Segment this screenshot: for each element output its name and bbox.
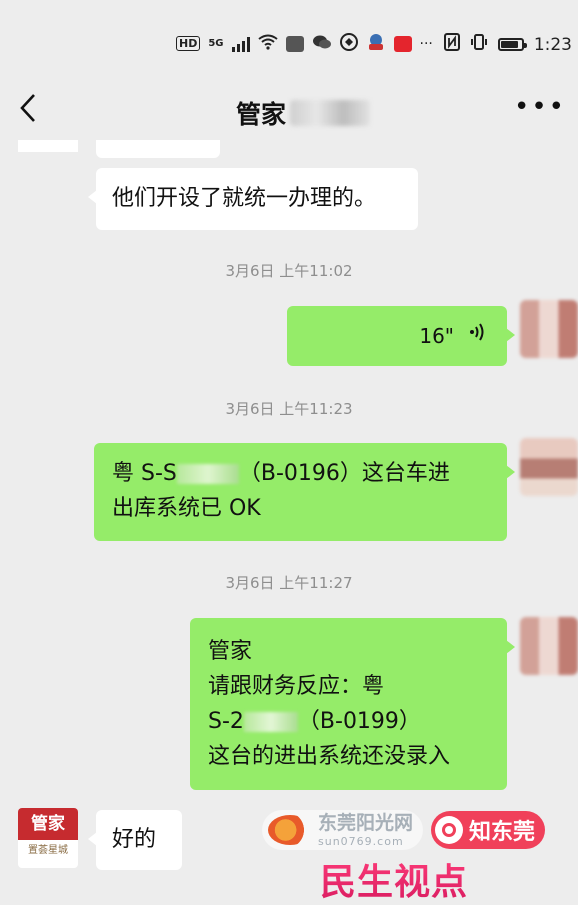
network-type: 5G xyxy=(208,38,224,49)
status-right: 1:23 xyxy=(443,33,572,56)
app-icon xyxy=(339,33,358,54)
brand-badge: 知东莞 xyxy=(431,811,546,849)
nfc-icon xyxy=(443,33,460,56)
avatar-partial[interactable] xyxy=(18,140,78,152)
message-bubble-partial[interactable] xyxy=(96,140,220,158)
message-line: S-2 （B-0199） xyxy=(208,709,421,734)
my-avatar[interactable] xyxy=(520,300,578,358)
chat-title: 管家 xyxy=(236,95,371,131)
message-line: 请跟财务反应：粤 xyxy=(208,674,385,699)
plate-blur xyxy=(176,464,239,484)
timestamp: 3月6日 上午11:23 xyxy=(225,400,353,418)
back-button[interactable] xyxy=(18,92,48,128)
clock: 1:23 xyxy=(533,34,572,55)
more-options-button[interactable]: ••• xyxy=(514,92,566,122)
site-name: 东莞阳光网 xyxy=(318,811,414,834)
my-avatar[interactable] xyxy=(520,438,578,496)
message-text: 他们开设了就统一办理的。 xyxy=(112,186,377,211)
ellipsis-icon: ••• xyxy=(513,92,566,122)
site-url: sun0769.com xyxy=(318,834,404,848)
sun-logo-icon xyxy=(268,815,312,845)
tmall-icon xyxy=(393,35,412,52)
message-bubble-self[interactable]: 粤 S-S （B-0196）这台车进 出库系统已 OK xyxy=(94,443,515,541)
status-left: HD 5G ··· xyxy=(176,33,433,54)
wechat-icon xyxy=(312,34,332,53)
voice-duration: 16" xyxy=(419,324,454,348)
wifi-icon xyxy=(257,34,278,53)
name-blur xyxy=(290,100,371,126)
message-line: 管家 xyxy=(208,639,253,664)
chevron-left-icon xyxy=(20,94,35,122)
watermark-row: 东莞阳光网 sun0769.com 知东莞 xyxy=(262,809,546,851)
brand-logo-icon xyxy=(435,816,464,844)
timestamp: 3月6日 上午11:02 xyxy=(225,262,353,280)
my-avatar[interactable] xyxy=(520,617,578,675)
watermark: 东莞阳光网 sun0769.com 知东莞 民生视点 xyxy=(262,805,572,903)
message-line: 这台的进出系统还没录入 xyxy=(208,744,451,769)
plate-blur xyxy=(243,712,298,732)
chat-header: 管家 ••• xyxy=(0,82,578,138)
voice-wave-icon xyxy=(469,307,485,367)
avatar-subtext: 置荟星城 xyxy=(28,845,68,856)
contact-avatar[interactable]: 管家 置荟星城 xyxy=(18,808,78,868)
contact-name: 管家 xyxy=(236,100,287,129)
more-notifications-icon: ··· xyxy=(419,35,433,52)
battery-icon xyxy=(497,38,527,51)
message-bubble-contact[interactable]: 好的 xyxy=(88,810,182,870)
vibrate-icon xyxy=(470,33,488,56)
timestamp: 3月6日 上午11:27 xyxy=(225,574,353,592)
brand-name: 知东莞 xyxy=(469,820,536,845)
avatar-logo-text: 管家 xyxy=(18,808,78,840)
message-bubble-contact[interactable]: 他们开设了就统一办理的。 xyxy=(88,168,418,230)
message-text: 好的 xyxy=(112,827,157,852)
message-line: 粤 S-S （B-0196）这台车进 xyxy=(112,461,450,486)
weibo-icon xyxy=(285,35,304,52)
message-bubble-self[interactable]: 管家 请跟财务反应：粤 S-2 （B-0199） 这台的进出系统还没录入 xyxy=(190,618,515,790)
hd-badge: HD xyxy=(176,36,201,51)
voice-message-bubble[interactable]: 16" xyxy=(287,306,515,367)
message-line: 出库系统已 OK xyxy=(112,496,261,521)
game-icon xyxy=(366,33,386,54)
program-title: 民生视点 xyxy=(320,853,468,905)
site-logo: 东莞阳光网 sun0769.com xyxy=(262,810,424,850)
signal-icon xyxy=(231,36,250,52)
status-bar: HD 5G ··· 1:23 xyxy=(0,0,578,82)
